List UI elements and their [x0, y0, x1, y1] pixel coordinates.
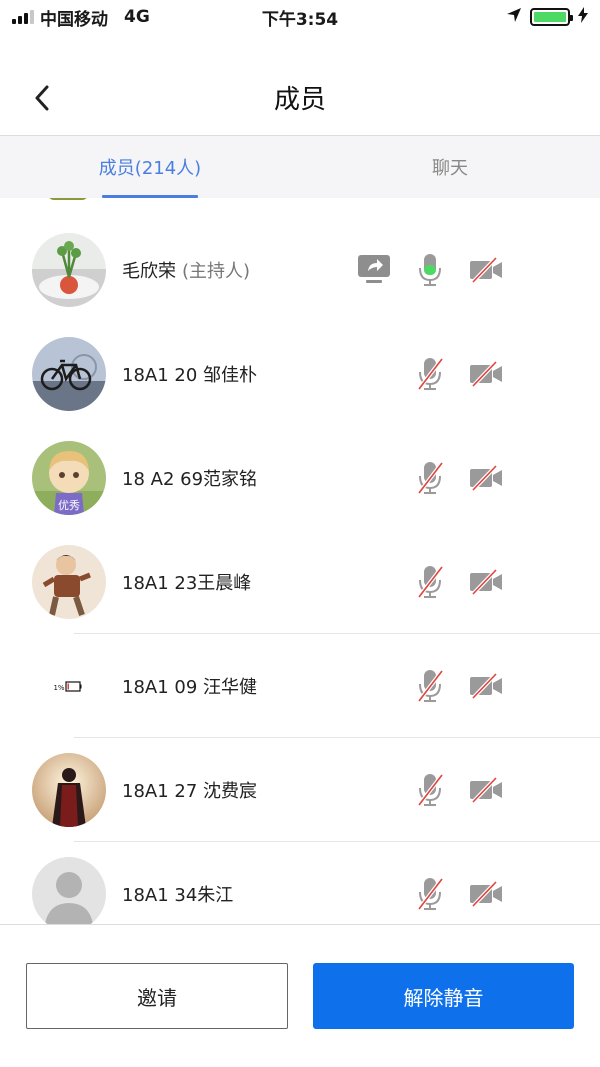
avatar: 优秀 [32, 441, 106, 515]
participant-row[interactable]: 18A1 20 邹佳朴 [0, 322, 600, 426]
participant-name: 18A1 20 邹佳朴 [122, 365, 258, 386]
page-title: 成员 [273, 85, 326, 115]
microphone-active-icon[interactable] [412, 252, 448, 288]
microphone-muted-icon[interactable] [412, 564, 448, 600]
host-role-label: (主持人) [182, 261, 251, 282]
tab-chat[interactable]: 聊天 [300, 136, 600, 198]
participant-name: 18 A2 69范家铭 [122, 469, 258, 490]
camera-off-icon[interactable] [468, 564, 504, 600]
avatar-battery-text: 1% [53, 684, 64, 692]
camera-off-icon[interactable] [468, 668, 504, 704]
signal-strength-icon [12, 10, 34, 24]
participant-name: 18A1 23王晨峰 [122, 573, 252, 594]
carrier-name: 中国移动 [40, 9, 108, 30]
avatar [32, 857, 106, 924]
participant-name: 18A1 27 沈费宸 [122, 781, 258, 802]
avatar [32, 337, 106, 411]
battery-icon [530, 8, 573, 26]
status-right [506, 6, 588, 28]
participant-row[interactable]: 18A1 34朱江 [0, 842, 600, 924]
microphone-muted-icon[interactable] [412, 876, 448, 912]
screen-share-icon[interactable] [356, 252, 392, 288]
participant-name-text: 毛欣荣 [122, 261, 176, 282]
avatar: 1% [32, 649, 106, 723]
camera-off-icon[interactable] [468, 252, 504, 288]
participant-row[interactable]: 毛欣荣 (主持人) [0, 218, 600, 322]
participant-name: 18A1 09 汪华健 [122, 677, 258, 698]
avatar [32, 753, 106, 827]
microphone-muted-icon[interactable] [412, 772, 448, 808]
participant-row[interactable]: 18A1 23王晨峰 [0, 530, 600, 634]
avatar-badge-text: 优秀 [58, 499, 80, 512]
navigation-bar: 成员 [0, 60, 600, 136]
unmute-all-button[interactable]: 解除静音 [313, 963, 574, 1029]
status-bar: 中国移动 4G 下午3:54 [0, 0, 600, 34]
tab-members[interactable]: 成员(214人) [0, 136, 300, 198]
camera-off-icon[interactable] [468, 876, 504, 912]
microphone-muted-icon[interactable] [412, 460, 448, 496]
camera-off-icon[interactable] [468, 460, 504, 496]
tab-bar: 成员(214人) 聊天 [0, 136, 600, 198]
participant-row[interactable]: 18A1 27 沈费宸 [0, 738, 600, 842]
invite-button[interactable]: 邀请 [26, 963, 288, 1029]
participant-list[interactable]: 毛欣荣 (主持人) 18A1 20 邹佳朴 优秀 18 A2 69范家铭 18A… [0, 198, 600, 924]
location-arrow-icon [506, 7, 522, 28]
avatar [32, 545, 106, 619]
network-type: 4G [124, 7, 150, 27]
participant-name: 18A1 34朱江 [122, 885, 234, 906]
avatar [48, 198, 88, 200]
chevron-left-icon [35, 85, 49, 111]
camera-off-icon[interactable] [468, 356, 504, 392]
charging-icon [578, 6, 588, 28]
participant-name: 毛欣荣 (主持人) [122, 257, 250, 283]
camera-off-icon[interactable] [468, 772, 504, 808]
participant-row[interactable]: 优秀 18 A2 69范家铭 [0, 426, 600, 530]
microphone-muted-icon[interactable] [412, 356, 448, 392]
participant-row[interactable]: 1% 18A1 09 汪华健 [0, 634, 600, 738]
microphone-muted-icon[interactable] [412, 668, 448, 704]
status-left: 中国移动 4G [12, 5, 150, 30]
back-button[interactable] [28, 82, 56, 114]
bottom-action-bar: 邀请 解除静音 [0, 924, 600, 1067]
avatar [32, 233, 106, 307]
